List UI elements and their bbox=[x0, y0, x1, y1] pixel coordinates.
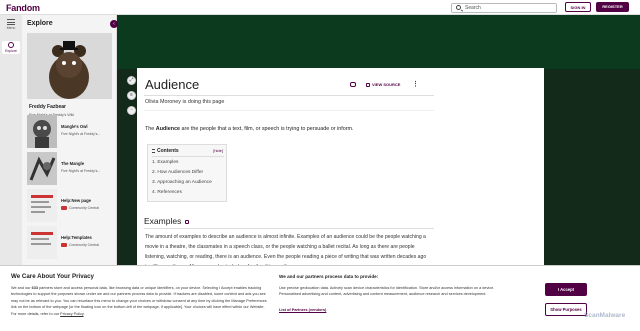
explore-card[interactable]: Mangle's Owl Five Night's at Freddy's... bbox=[27, 115, 112, 148]
card-subtitle: Five Night's at Freddy's... bbox=[61, 169, 101, 173]
explore-card[interactable]: Help:Templates Community Central bbox=[27, 226, 112, 259]
expand-icon[interactable]: ⤢ bbox=[127, 76, 136, 85]
explore-rail-label: Explore bbox=[5, 49, 17, 53]
toc-item[interactable]: 2. How Audiences Differ bbox=[152, 170, 203, 175]
card-title: Mangle's Owl bbox=[61, 124, 88, 129]
card-thumbnail bbox=[27, 115, 57, 148]
menu-label: Menu bbox=[6, 26, 16, 30]
table-of-contents: Contents [hide] 1. Examples 2. How Audie… bbox=[147, 144, 227, 202]
card-thumbnail bbox=[27, 226, 57, 259]
consent-title: We Care About Your Privacy bbox=[11, 273, 94, 280]
global-navigation: Fandom Search SIGN IN REGISTER bbox=[0, 0, 640, 15]
freddy-image bbox=[27, 33, 112, 99]
partners-link[interactable]: List of Partners (vendors) bbox=[279, 307, 326, 312]
intro-term: Audience bbox=[155, 126, 181, 132]
card-thumbnail bbox=[27, 152, 57, 185]
divider bbox=[144, 95, 434, 96]
explore-card[interactable]: Help:New page Community Central bbox=[27, 189, 112, 222]
toc-item[interactable]: 3. Approaching an Audience bbox=[152, 180, 212, 185]
toc-heading: Contents bbox=[152, 148, 179, 154]
compass-icon bbox=[8, 42, 14, 48]
accept-button[interactable]: I Accept bbox=[545, 283, 587, 296]
divider bbox=[144, 110, 434, 111]
fandom-logo[interactable]: Fandom bbox=[6, 3, 40, 13]
lock-icon bbox=[366, 83, 370, 87]
toc-item[interactable]: 1. Examples bbox=[152, 160, 178, 165]
list-icon bbox=[152, 149, 155, 153]
card-subtitle: Community Central bbox=[61, 206, 99, 211]
view-source-button[interactable]: VIEW SOURCE bbox=[366, 82, 400, 87]
card-subtitle: Five Night's at Freddy's... bbox=[61, 132, 101, 136]
intro-paragraph: The Audience are the people that a text,… bbox=[145, 126, 354, 132]
card-title: Help:Templates bbox=[61, 235, 92, 240]
sign-in-button[interactable]: SIGN IN bbox=[565, 2, 591, 12]
explore-rail-button[interactable]: Explore bbox=[2, 41, 20, 54]
search-label: Search bbox=[465, 5, 481, 11]
cookie-consent-banner: We Care About Your Privacy We and our 63… bbox=[0, 265, 640, 331]
background-wiki-header bbox=[117, 15, 640, 69]
toc-hide-link[interactable]: [hide] bbox=[213, 148, 223, 153]
show-purposes-button[interactable]: Show Purposes bbox=[545, 303, 587, 316]
section-heading: Examples bbox=[144, 216, 190, 226]
more-actions-icon[interactable]: ⋮ bbox=[412, 80, 419, 88]
menu-icon bbox=[7, 19, 15, 25]
watermark: ScanMalware bbox=[584, 312, 626, 319]
chevron-left-icon: ‹ bbox=[113, 21, 115, 27]
community-central-icon bbox=[61, 206, 67, 211]
menu-button[interactable]: Menu bbox=[2, 19, 20, 30]
explore-panel-title: Explore bbox=[27, 20, 53, 27]
search-icon bbox=[456, 5, 461, 10]
collapse-panel-button[interactable]: ‹ bbox=[110, 20, 118, 28]
toc-icon[interactable]: ≡ bbox=[127, 91, 136, 100]
search-input[interactable]: Search bbox=[451, 3, 557, 13]
card-subtitle: Community Central bbox=[61, 243, 99, 248]
featured-title[interactable]: Freddy Fazbear bbox=[29, 104, 66, 110]
toc-item[interactable]: 4. References bbox=[152, 190, 182, 195]
lock-icon[interactable]: ▫ bbox=[127, 106, 136, 115]
featured-image[interactable] bbox=[27, 33, 112, 99]
divider bbox=[144, 228, 434, 229]
card-title: The Mangle bbox=[61, 161, 85, 166]
privacy-policy-link[interactable]: Privacy Policy bbox=[60, 312, 83, 316]
register-button[interactable]: REGISTER bbox=[596, 2, 629, 12]
edit-icon[interactable] bbox=[185, 220, 190, 224]
comment-icon[interactable] bbox=[350, 82, 356, 87]
consent-purposes-body: Use precise geolocation data. Actively s… bbox=[279, 286, 495, 297]
consent-body: We and our 633 partners store and access… bbox=[11, 286, 267, 316]
page-title: Audience bbox=[145, 77, 200, 92]
card-title: Help:New page bbox=[61, 198, 92, 203]
consent-purposes-title: We and our partners process data to prov… bbox=[279, 274, 379, 279]
card-thumbnail bbox=[27, 189, 57, 222]
divider bbox=[152, 156, 224, 157]
community-central-icon bbox=[61, 243, 67, 248]
explore-card[interactable]: The Mangle Five Night's at Freddy's... bbox=[27, 152, 112, 185]
byline: Olivia Moroney is doing this page bbox=[145, 99, 225, 105]
